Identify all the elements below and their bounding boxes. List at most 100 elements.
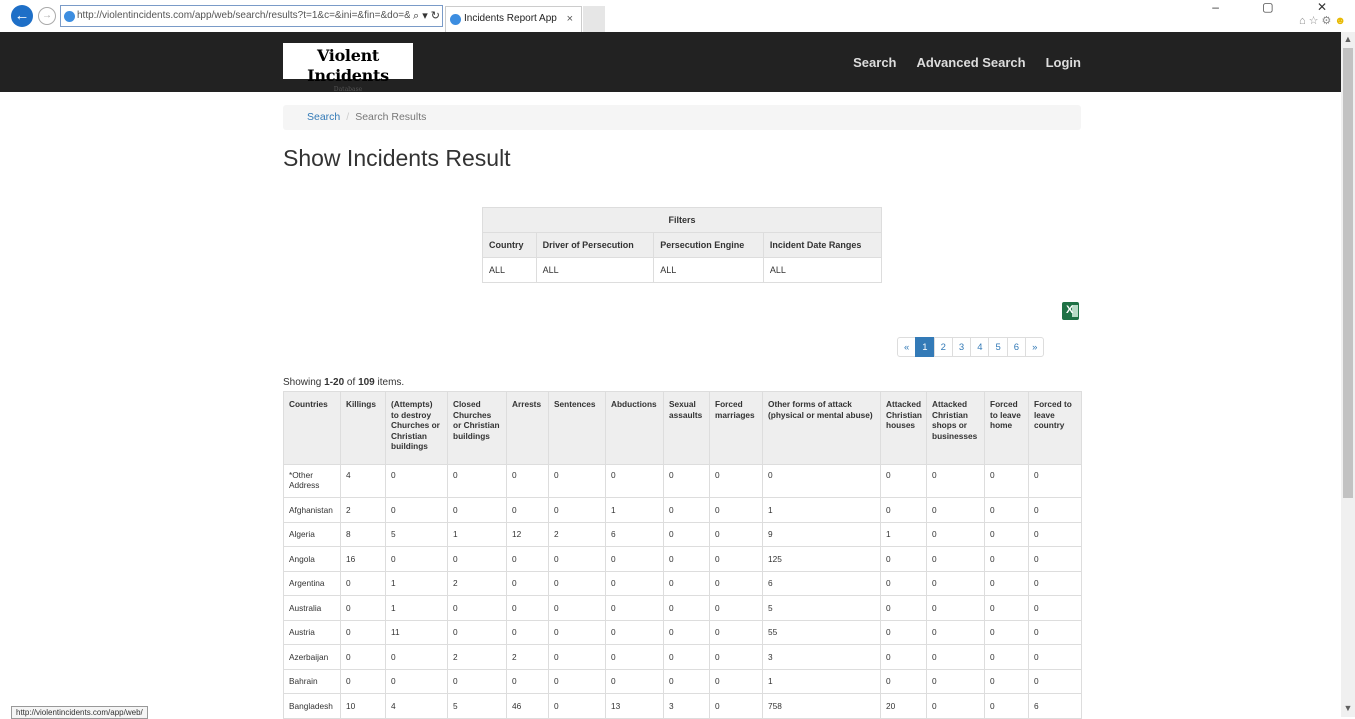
pagination-page[interactable]: 2 bbox=[933, 337, 953, 357]
count-cell: 2 bbox=[447, 570, 507, 596]
browser-toolbar-icons[interactable]: ⌂☆⚙☻ bbox=[1299, 14, 1349, 27]
summary-total: 109 bbox=[358, 377, 375, 388]
address-tools-icon[interactable]: ⌕ ▾ ↻ bbox=[409, 6, 440, 26]
count-cell: 1 bbox=[762, 668, 881, 694]
new-tab-button[interactable] bbox=[583, 6, 605, 32]
pagination-page[interactable]: 5 bbox=[988, 337, 1008, 357]
filter-header: Persecution Engine bbox=[653, 232, 764, 258]
count-cell: 1 bbox=[605, 497, 664, 523]
pagination-page[interactable]: 1 bbox=[915, 337, 935, 357]
excel-export-icon[interactable] bbox=[1062, 302, 1079, 320]
scroll-up-icon[interactable]: ▲ bbox=[1341, 32, 1355, 46]
count-cell: 0 bbox=[506, 668, 549, 694]
table-row: Azerbaijan 0 0 2 2 0 0 0 0 3 0 0 0 0 bbox=[283, 644, 1082, 670]
scroll-down-icon[interactable]: ▼ bbox=[1341, 701, 1355, 715]
scroll-thumb[interactable] bbox=[1343, 48, 1353, 498]
address-bar[interactable]: http://violentincidents.com/app/web/sear… bbox=[60, 5, 443, 27]
nav-advanced-search-link[interactable]: Advanced Search bbox=[917, 55, 1026, 70]
count-cell: 0 bbox=[340, 570, 386, 596]
country-cell: Afghanistan bbox=[283, 497, 341, 523]
column-header[interactable]: Attacked Christian houses bbox=[880, 391, 927, 465]
nav-search-link[interactable]: Search bbox=[853, 55, 896, 70]
pagination-page[interactable]: 6 bbox=[1006, 337, 1027, 357]
column-header[interactable]: Sentences bbox=[548, 391, 606, 465]
column-header[interactable]: Closed Churches or Christian buildings bbox=[447, 391, 507, 465]
count-cell: 5 bbox=[447, 693, 507, 719]
ie-page-icon bbox=[64, 11, 75, 22]
count-cell: 0 bbox=[1028, 521, 1082, 547]
results-summary: Showing 1-20 of 109 items. bbox=[283, 377, 404, 388]
column-header[interactable]: Forced to leave home bbox=[984, 391, 1029, 465]
count-cell: 0 bbox=[1028, 644, 1082, 670]
site-navbar: Violent Incidents Database Search Advanc… bbox=[0, 32, 1341, 93]
count-cell: 0 bbox=[709, 570, 763, 596]
forward-arrow-icon[interactable]: → bbox=[38, 7, 56, 25]
breadcrumb-search-link[interactable]: Search bbox=[307, 111, 340, 123]
column-header[interactable]: Sexual assaults bbox=[663, 391, 710, 465]
column-header[interactable]: Other forms of attack (physical or menta… bbox=[762, 391, 881, 465]
count-cell: 0 bbox=[447, 546, 507, 572]
count-cell: 0 bbox=[447, 497, 507, 523]
country-cell: Argentina bbox=[283, 570, 341, 596]
count-cell: 3 bbox=[762, 644, 881, 670]
window-controls[interactable]: – ▢ ✕ bbox=[1212, 0, 1347, 14]
count-cell: 46 bbox=[506, 693, 549, 719]
count-cell: 0 bbox=[663, 644, 710, 670]
count-cell: 13 bbox=[605, 693, 664, 719]
count-cell: 0 bbox=[663, 464, 710, 498]
count-cell: 2 bbox=[447, 644, 507, 670]
count-cell: 0 bbox=[506, 464, 549, 498]
filter-value: ALL bbox=[653, 257, 764, 283]
count-cell: 4 bbox=[340, 464, 386, 498]
column-header[interactable]: Abductions bbox=[605, 391, 664, 465]
count-cell: 0 bbox=[709, 644, 763, 670]
count-cell: 0 bbox=[506, 546, 549, 572]
feedback-smiley-icon[interactable]: ☻ bbox=[1334, 15, 1349, 27]
breadcrumb-separator: / bbox=[346, 111, 350, 123]
nav-login-link[interactable]: Login bbox=[1046, 55, 1081, 70]
filter-value: ALL bbox=[762, 257, 883, 283]
country-cell: Angola bbox=[283, 546, 341, 572]
column-header[interactable]: Forced to leave country bbox=[1028, 391, 1082, 465]
count-cell: 0 bbox=[984, 464, 1029, 498]
count-cell: 0 bbox=[605, 570, 664, 596]
count-cell: 0 bbox=[880, 668, 927, 694]
column-header[interactable]: Killings bbox=[340, 391, 386, 465]
count-cell: 0 bbox=[447, 464, 507, 498]
count-cell: 1 bbox=[762, 497, 881, 523]
count-cell: 55 bbox=[762, 619, 881, 645]
column-header[interactable]: Countries bbox=[283, 391, 341, 465]
count-cell: 0 bbox=[880, 464, 927, 498]
favorites-star-icon[interactable]: ☆ bbox=[1309, 15, 1322, 27]
home-icon[interactable]: ⌂ bbox=[1299, 15, 1309, 27]
count-cell: 0 bbox=[605, 546, 664, 572]
table-row: Angola 16 0 0 0 0 0 0 0 125 0 0 0 0 bbox=[283, 546, 1082, 572]
count-cell: 6 bbox=[605, 521, 664, 547]
column-header[interactable]: Arrests bbox=[506, 391, 549, 465]
count-cell: 10 bbox=[340, 693, 386, 719]
count-cell: 0 bbox=[1028, 546, 1082, 572]
pagination-page[interactable]: 4 bbox=[970, 337, 990, 357]
count-cell: 0 bbox=[880, 619, 927, 645]
count-cell: 9 bbox=[762, 521, 881, 547]
tab-title: Incidents Report App bbox=[464, 13, 557, 24]
brand-logo[interactable]: Violent Incidents Database bbox=[283, 43, 413, 93]
count-cell: 0 bbox=[1028, 668, 1082, 694]
column-header[interactable]: Forced marriages bbox=[709, 391, 763, 465]
count-cell: 0 bbox=[709, 693, 763, 719]
count-cell: 0 bbox=[984, 668, 1029, 694]
count-cell: 3 bbox=[663, 693, 710, 719]
pagination-prev[interactable]: « bbox=[897, 337, 917, 357]
back-arrow-icon[interactable]: ← bbox=[11, 5, 33, 27]
pagination-page[interactable]: 3 bbox=[951, 337, 972, 357]
column-header[interactable]: Attacked Christian shops or businesses bbox=[926, 391, 985, 465]
count-cell: 0 bbox=[880, 644, 927, 670]
tab-close-icon[interactable]: × bbox=[567, 7, 573, 31]
table-row: Bahrain 0 0 0 0 0 0 0 0 1 0 0 0 0 bbox=[283, 668, 1082, 694]
browser-tab[interactable]: Incidents Report App × bbox=[445, 6, 582, 32]
column-header[interactable]: (Attempts) to destroy Churches or Christ… bbox=[385, 391, 448, 465]
gear-icon[interactable]: ⚙ bbox=[1322, 15, 1335, 27]
pagination-next[interactable]: » bbox=[1025, 337, 1045, 357]
page-scrollbar[interactable]: ▲ ▼ bbox=[1341, 32, 1355, 717]
count-cell: 0 bbox=[548, 546, 606, 572]
